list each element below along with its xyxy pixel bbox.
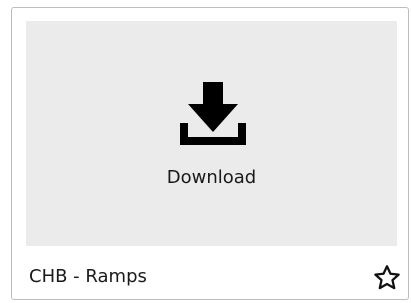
download-preview-button[interactable]: Download — [26, 21, 397, 246]
resource-card: Download CHB - Ramps — [11, 7, 409, 300]
favorite-star-button[interactable] — [372, 263, 402, 293]
download-icon — [180, 82, 246, 152]
card-footer: CHB - Ramps — [12, 246, 408, 299]
card-title: CHB - Ramps — [29, 266, 147, 287]
star-outline-icon — [374, 265, 400, 290]
download-label: Download — [166, 167, 257, 188]
